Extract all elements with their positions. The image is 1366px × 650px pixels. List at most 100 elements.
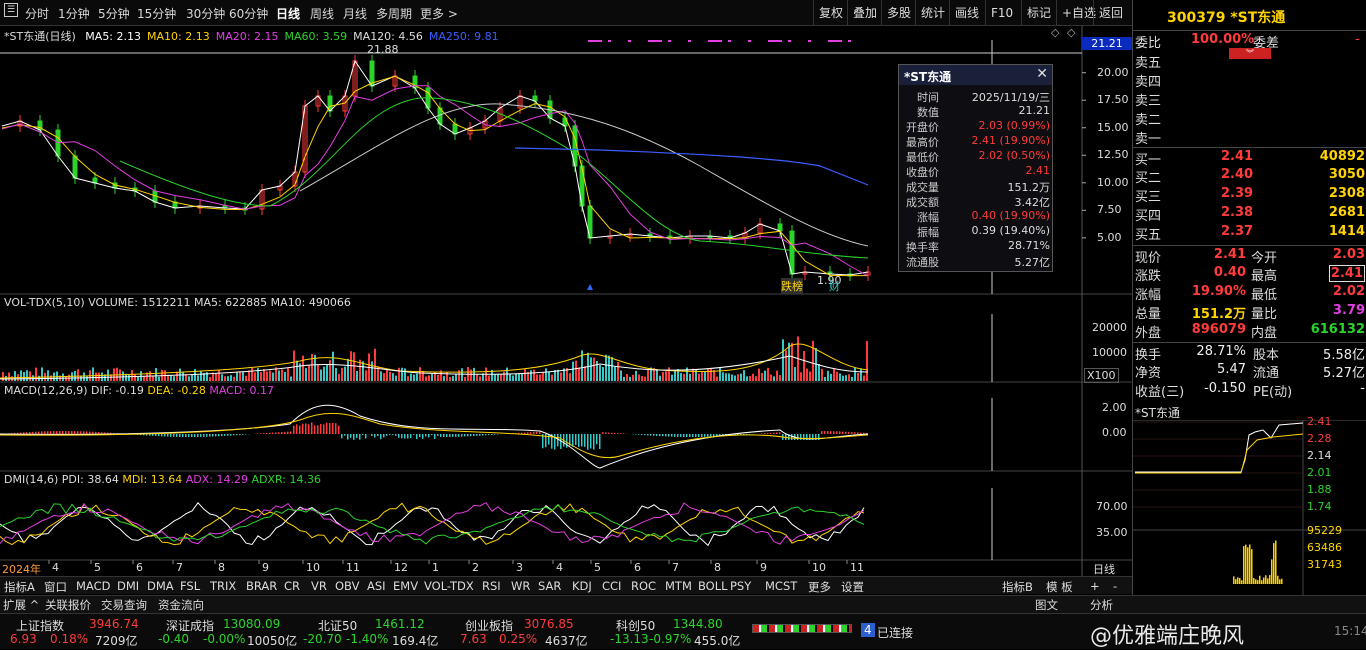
toolbar-button-2[interactable]: 多股	[881, 0, 916, 26]
index-pct-3: 0.25%	[499, 632, 537, 646]
indicator-tab-18[interactable]: CCI	[602, 579, 621, 593]
vol-bar	[371, 361, 373, 381]
vol-bar	[401, 368, 403, 381]
vol-bar	[302, 356, 304, 381]
period-tab-9[interactable]: 多周期	[376, 5, 412, 22]
period-tab-5[interactable]: 60分钟	[229, 5, 268, 22]
toolbar-button-8[interactable]: 返回	[1093, 0, 1128, 26]
vol-bar	[410, 374, 412, 381]
vol-bar	[425, 376, 427, 381]
indicator-tab-1[interactable]: 窗口	[44, 579, 67, 595]
toolbar-button-3[interactable]: 统计	[915, 0, 950, 26]
vol-bar	[713, 370, 715, 381]
indicator-tab-9[interactable]: VR	[311, 579, 327, 593]
indicator-tab-15[interactable]: WR	[511, 579, 530, 593]
indicator-tab-7[interactable]: BRAR	[246, 579, 277, 593]
mini-vol-tick-1: 63486	[1307, 541, 1342, 554]
indicator-tab-5[interactable]: FSL	[180, 579, 200, 593]
extras-tab-2[interactable]: 交易查询	[101, 597, 147, 613]
macd-bar	[392, 434, 394, 435]
extras-tab-0[interactable]: 扩展 ^	[3, 597, 39, 613]
indicator-tab-16[interactable]: SAR	[538, 579, 561, 593]
indicator-tab-4[interactable]: DMA	[147, 579, 174, 593]
buy-row-4[interactable]: 买五2.371414	[1133, 223, 1366, 242]
indicator-tab-11[interactable]: ASI	[367, 579, 386, 593]
dropdown-icon[interactable]: ◇	[1067, 26, 1075, 39]
indicator-tab-10[interactable]: OBV	[335, 579, 359, 593]
indicator-tab-12[interactable]: EMV	[393, 579, 418, 593]
indicator-tab-2[interactable]: MACD	[76, 579, 110, 593]
buy-row-0[interactable]: 买一2.4140892	[1133, 147, 1366, 166]
period-tab-2[interactable]: 5分钟	[98, 5, 130, 22]
indicator-tab-0[interactable]: 指标A	[4, 579, 35, 595]
period-tab-7[interactable]: 周线	[310, 5, 334, 22]
macd-bar	[413, 434, 415, 435]
period-tab-0[interactable]: 分时	[25, 5, 49, 22]
mark-cai[interactable]: 财	[829, 278, 840, 294]
macd-bar	[287, 432, 289, 434]
indicator-right-3[interactable]: -	[1113, 579, 1117, 593]
period-tab-4[interactable]: 30分钟	[186, 5, 225, 22]
indicator-tab-19[interactable]: ROC	[631, 579, 656, 593]
toolbar-button-4[interactable]: 画线	[949, 0, 984, 26]
menu-icon[interactable]: ☰	[4, 3, 18, 17]
conn-status-text: 已连接	[877, 624, 913, 641]
sell-row-3[interactable]: 卖二	[1133, 108, 1366, 127]
vol-bar	[548, 372, 550, 381]
indicator-tab-3[interactable]: DMI	[117, 579, 139, 593]
sell-row-2[interactable]: 卖三	[1133, 89, 1366, 108]
popup-row-11: 流通股5.27亿	[899, 254, 1054, 269]
indicator-right-0[interactable]: 指标B	[1002, 579, 1033, 595]
indicator-right-2[interactable]: +	[1090, 579, 1100, 593]
popup-title: *ST东通	[904, 68, 951, 85]
macd-bar	[590, 434, 592, 448]
vol-bar	[539, 374, 541, 381]
indicator-tab-13[interactable]: VOL-TDX	[424, 579, 474, 593]
buy-row-1[interactable]: 买二2.403050	[1133, 166, 1366, 185]
indicator-tab-21[interactable]: BOLL	[698, 579, 728, 593]
conn-count-badge: 4	[861, 623, 875, 637]
toolbar-button-5[interactable]: F10	[985, 0, 1018, 26]
mini-tab-1[interactable]: 分析	[1090, 597, 1113, 613]
indicator-tab-17[interactable]: KDJ	[572, 579, 592, 593]
macd-bar	[344, 434, 346, 436]
indicator-tab-25[interactable]: 设置	[841, 579, 864, 595]
vol-bar	[101, 372, 103, 381]
vol-bar	[488, 376, 490, 381]
toolbar-button-6[interactable]: 标记	[1021, 0, 1056, 26]
period-tab-8[interactable]: 月线	[343, 5, 367, 22]
indicator-tab-8[interactable]: CR	[284, 579, 300, 593]
period-tab-3[interactable]: 15分钟	[137, 5, 176, 22]
indicator-tab-14[interactable]: RSI	[482, 579, 501, 593]
indicator-right-1[interactable]: 模 板	[1046, 579, 1073, 595]
period-tab-10[interactable]: 更多 >	[420, 5, 458, 22]
period-tab-1[interactable]: 1分钟	[58, 5, 90, 22]
sell-row-1[interactable]: 卖四	[1133, 70, 1366, 89]
indicator-tab-22[interactable]: PSY	[730, 579, 751, 593]
vol-bar	[800, 372, 802, 381]
macd-bar	[578, 434, 580, 447]
diamond-icon[interactable]: ◇	[1051, 26, 1059, 39]
sell-row-4[interactable]: 卖一	[1133, 127, 1366, 146]
vol-bar	[455, 374, 457, 381]
period-tab-6[interactable]: 日线	[276, 5, 300, 22]
extras-tab-1[interactable]: 关联报价	[45, 597, 91, 613]
indicator-tab-6[interactable]: TRIX	[210, 579, 236, 593]
mini-tab-0[interactable]: 图文	[1035, 597, 1058, 613]
extras-tab-3[interactable]: 资金流向	[158, 597, 204, 613]
period-toolbar: ☰ 分时 1分钟 5分钟 15分钟 30分钟60分钟日线周线月线多周期更多 > 复权叠加…	[0, 0, 1132, 26]
buy-row-3[interactable]: 买四2.382681	[1133, 204, 1366, 223]
macd-bar	[671, 434, 673, 437]
buy-row-2[interactable]: 买三2.392308	[1133, 185, 1366, 204]
indicator-tab-24[interactable]: 更多	[808, 579, 831, 595]
toolbar-button-1[interactable]: 叠加	[847, 0, 882, 26]
macd-bar	[194, 434, 196, 437]
vol-bar	[623, 377, 625, 381]
indicator-tab-20[interactable]: MTM	[665, 579, 692, 593]
toolbar-button-0[interactable]: 复权	[813, 0, 848, 26]
sell-row-0[interactable]: 卖五	[1133, 51, 1366, 70]
vol-bar	[674, 370, 676, 381]
mark-dieban[interactable]: 跌榜	[781, 278, 803, 294]
close-icon[interactable]: ✕	[1036, 66, 1048, 82]
indicator-tab-23[interactable]: MCST	[765, 579, 797, 593]
